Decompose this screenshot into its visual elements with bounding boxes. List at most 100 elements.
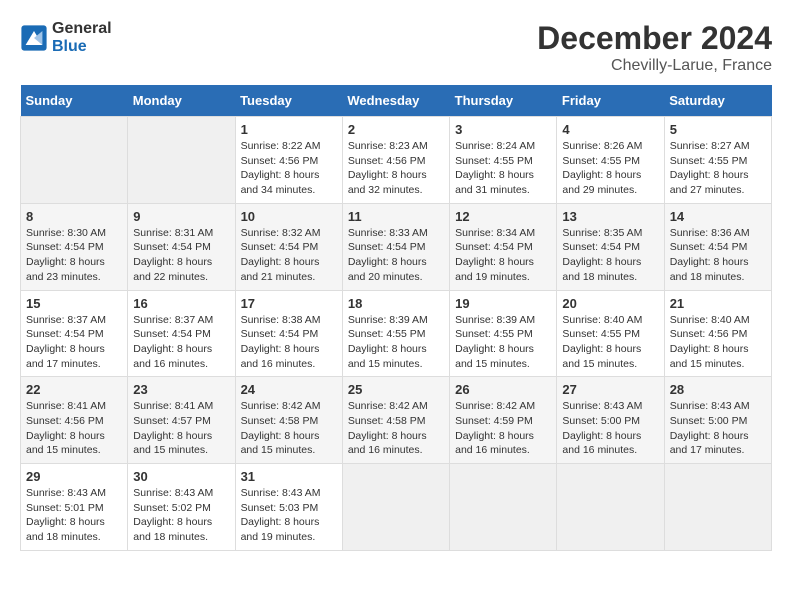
day-number: 1 [241,122,337,137]
calendar-cell: 13 Sunrise: 8:35 AM Sunset: 4:54 PM Dayli… [557,203,664,290]
day-info: Sunrise: 8:30 AM Sunset: 4:54 PM Dayligh… [26,226,122,285]
day-number: 30 [133,469,229,484]
day-number: 24 [241,382,337,397]
day-number: 3 [455,122,551,137]
week-row-5: 29 Sunrise: 8:43 AM Sunset: 5:01 PM Dayli… [21,464,772,551]
calendar-cell [21,117,128,204]
week-row-4: 22 Sunrise: 8:41 AM Sunset: 4:56 PM Dayli… [21,377,772,464]
day-number: 4 [562,122,658,137]
calendar-cell: 10 Sunrise: 8:32 AM Sunset: 4:54 PM Dayli… [235,203,342,290]
calendar-cell: 22 Sunrise: 8:41 AM Sunset: 4:56 PM Dayli… [21,377,128,464]
calendar-cell [557,464,664,551]
day-number: 8 [26,209,122,224]
day-info: Sunrise: 8:43 AM Sunset: 5:00 PM Dayligh… [670,399,766,458]
day-number: 29 [26,469,122,484]
day-info: Sunrise: 8:31 AM Sunset: 4:54 PM Dayligh… [133,226,229,285]
day-number: 31 [241,469,337,484]
day-number: 22 [26,382,122,397]
calendar-cell: 8 Sunrise: 8:30 AM Sunset: 4:54 PM Daylig… [21,203,128,290]
page-header: General Blue December 2024 Chevilly-Laru… [20,20,772,75]
day-number: 10 [241,209,337,224]
day-info: Sunrise: 8:37 AM Sunset: 4:54 PM Dayligh… [26,313,122,372]
day-info: Sunrise: 8:34 AM Sunset: 4:54 PM Dayligh… [455,226,551,285]
day-number: 11 [348,209,444,224]
day-number: 25 [348,382,444,397]
calendar-cell: 2Sunrise: 8:23 AM Sunset: 4:56 PM Daylig… [342,117,449,204]
day-number: 21 [670,296,766,311]
day-info: Sunrise: 8:42 AM Sunset: 4:58 PM Dayligh… [348,399,444,458]
calendar-cell: 11 Sunrise: 8:33 AM Sunset: 4:54 PM Dayli… [342,203,449,290]
day-info: Sunrise: 8:40 AM Sunset: 4:56 PM Dayligh… [670,313,766,372]
day-info: Sunrise: 8:41 AM Sunset: 4:57 PM Dayligh… [133,399,229,458]
day-header-friday: Friday [557,85,664,117]
day-number: 5 [670,122,766,137]
day-number: 13 [562,209,658,224]
calendar-cell: 30Sunrise: 8:43 AM Sunset: 5:02 PM Dayli… [128,464,235,551]
week-row-2: 8 Sunrise: 8:30 AM Sunset: 4:54 PM Daylig… [21,203,772,290]
title-area: December 2024 Chevilly-Larue, France [537,20,772,75]
calendar-cell: 17Sunrise: 8:38 AM Sunset: 4:54 PM Dayli… [235,290,342,377]
days-header-row: SundayMondayTuesdayWednesdayThursdayFrid… [21,85,772,117]
calendar-cell: 14 Sunrise: 8:36 AM Sunset: 4:54 PM Dayli… [664,203,771,290]
day-info: Sunrise: 8:24 AM Sunset: 4:55 PM Dayligh… [455,139,551,198]
calendar-cell: 12 Sunrise: 8:34 AM Sunset: 4:54 PM Dayli… [450,203,557,290]
calendar-cell: 9 Sunrise: 8:31 AM Sunset: 4:54 PM Daylig… [128,203,235,290]
day-header-sunday: Sunday [21,85,128,117]
day-info: Sunrise: 8:33 AM Sunset: 4:54 PM Dayligh… [348,226,444,285]
location-title: Chevilly-Larue, France [537,57,772,75]
day-number: 20 [562,296,658,311]
calendar-cell: 5 Sunrise: 8:27 AM Sunset: 4:55 PM Daylig… [664,117,771,204]
calendar-cell: 1 Sunrise: 8:22 AM Sunset: 4:56 PM Daylig… [235,117,342,204]
calendar-cell: 19 Sunrise: 8:39 AM Sunset: 4:55 PM Dayli… [450,290,557,377]
day-header-wednesday: Wednesday [342,85,449,117]
calendar-cell: 26Sunrise: 8:42 AM Sunset: 4:59 PM Dayli… [450,377,557,464]
day-info: Sunrise: 8:32 AM Sunset: 4:54 PM Dayligh… [241,226,337,285]
day-info: Sunrise: 8:26 AM Sunset: 4:55 PM Dayligh… [562,139,658,198]
day-info: Sunrise: 8:39 AM Sunset: 4:55 PM Dayligh… [455,313,551,372]
day-info: Sunrise: 8:42 AM Sunset: 4:58 PM Dayligh… [241,399,337,458]
week-row-3: 15 Sunrise: 8:37 AM Sunset: 4:54 PM Dayli… [21,290,772,377]
day-number: 15 [26,296,122,311]
calendar-cell [664,464,771,551]
day-number: 12 [455,209,551,224]
logo-icon [20,24,48,52]
calendar-cell [128,117,235,204]
logo: General Blue [20,20,112,56]
calendar-table: SundayMondayTuesdayWednesdayThursdayFrid… [20,85,772,551]
day-info: Sunrise: 8:43 AM Sunset: 5:01 PM Dayligh… [26,486,122,545]
day-info: Sunrise: 8:40 AM Sunset: 4:55 PM Dayligh… [562,313,658,372]
day-number: 23 [133,382,229,397]
day-header-thursday: Thursday [450,85,557,117]
day-info: Sunrise: 8:41 AM Sunset: 4:56 PM Dayligh… [26,399,122,458]
calendar-cell [450,464,557,551]
day-number: 16 [133,296,229,311]
day-info: Sunrise: 8:43 AM Sunset: 5:00 PM Dayligh… [562,399,658,458]
day-number: 28 [670,382,766,397]
day-info: Sunrise: 8:35 AM Sunset: 4:54 PM Dayligh… [562,226,658,285]
week-row-1: 1 Sunrise: 8:22 AM Sunset: 4:56 PM Daylig… [21,117,772,204]
day-info: Sunrise: 8:37 AM Sunset: 4:54 PM Dayligh… [133,313,229,372]
calendar-cell: 4 Sunrise: 8:26 AM Sunset: 4:55 PM Daylig… [557,117,664,204]
calendar-cell [342,464,449,551]
calendar-cell: 3 Sunrise: 8:24 AM Sunset: 4:55 PM Daylig… [450,117,557,204]
month-title: December 2024 [537,20,772,57]
day-info: Sunrise: 8:22 AM Sunset: 4:56 PM Dayligh… [241,139,337,198]
calendar-cell: 15 Sunrise: 8:37 AM Sunset: 4:54 PM Dayli… [21,290,128,377]
calendar-cell: 28 Sunrise: 8:43 AM Sunset: 5:00 PM Dayli… [664,377,771,464]
logo-text: General Blue [52,20,112,56]
day-header-tuesday: Tuesday [235,85,342,117]
calendar-cell: 29 Sunrise: 8:43 AM Sunset: 5:01 PM Dayli… [21,464,128,551]
day-number: 19 [455,296,551,311]
day-info: Sunrise: 8:36 AM Sunset: 4:54 PM Dayligh… [670,226,766,285]
day-number: 18 [348,296,444,311]
day-number: 17 [241,296,337,311]
calendar-cell: 23 Sunrise: 8:41 AM Sunset: 4:57 PM Dayli… [128,377,235,464]
day-info: Sunrise: 8:42 AM Sunset: 4:59 PM Dayligh… [455,399,551,458]
calendar-cell: 27Sunrise: 8:43 AM Sunset: 5:00 PM Dayli… [557,377,664,464]
day-number: 9 [133,209,229,224]
calendar-cell: 31Sunrise: 8:43 AM Sunset: 5:03 PM Dayli… [235,464,342,551]
day-info: Sunrise: 8:27 AM Sunset: 4:55 PM Dayligh… [670,139,766,198]
day-number: 14 [670,209,766,224]
calendar-cell: 20 Sunrise: 8:40 AM Sunset: 4:55 PM Dayli… [557,290,664,377]
calendar-cell: 18Sunrise: 8:39 AM Sunset: 4:55 PM Dayli… [342,290,449,377]
